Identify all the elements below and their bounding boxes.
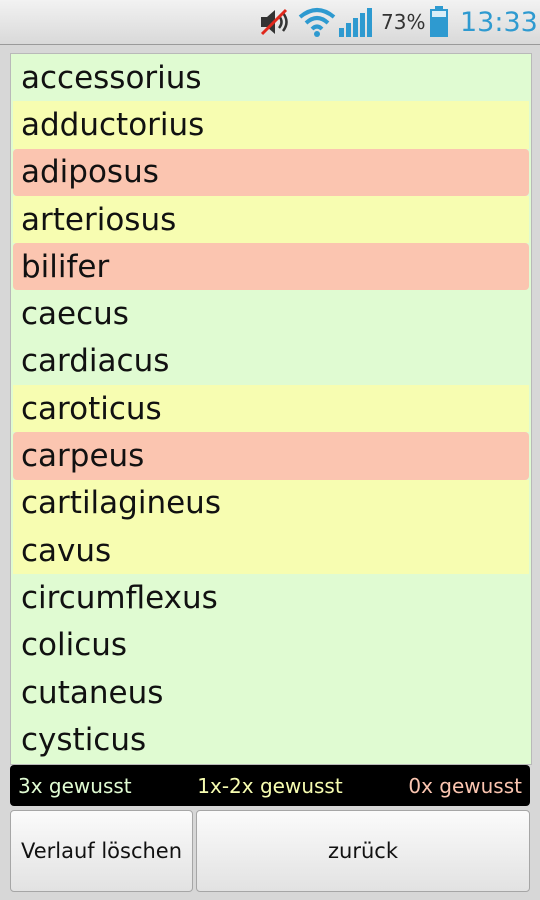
list-item[interactable]: colicus <box>13 621 529 669</box>
list-item[interactable]: caroticus <box>13 385 529 433</box>
list-item[interactable]: accessorius <box>13 54 529 102</box>
list-item[interactable]: arteriosus <box>13 195 529 244</box>
mute-icon <box>258 0 292 44</box>
list-item[interactable]: caecus <box>13 290 529 338</box>
signal-icon <box>338 0 374 44</box>
back-button[interactable]: zurück <box>196 810 530 892</box>
list-item[interactable]: carpeus <box>13 432 529 480</box>
legend-3x: 3x gewusst <box>18 773 132 798</box>
list-item[interactable]: cysticus <box>13 716 529 764</box>
list-item[interactable]: bilifer <box>13 243 529 291</box>
legend-0x: 0x gewusst <box>408 773 522 798</box>
list-item[interactable]: cavus <box>13 526 529 575</box>
clear-history-button[interactable]: Verlauf löschen <box>10 810 193 892</box>
list-item[interactable]: circumflexus <box>13 574 529 622</box>
list-item[interactable]: adductorius <box>13 101 529 149</box>
battery-icon <box>429 0 449 44</box>
app-surface: accessorius adductorius adiposus arteriosus… <box>0 45 540 900</box>
list-item[interactable]: adiposus <box>13 148 529 196</box>
status-time: 13:33 <box>460 6 538 38</box>
wifi-icon <box>298 0 336 44</box>
list-item[interactable]: cardiacus <box>13 337 529 386</box>
legend-1x-2x: 1x-2x gewusst <box>197 773 343 798</box>
status-bar: 73% 13:33 <box>0 0 540 45</box>
word-list[interactable]: accessorius adductorius adiposus arteriosus… <box>10 53 532 765</box>
button-bar: Verlauf löschen zurück <box>0 808 540 900</box>
battery-percent: 73% <box>381 10 426 34</box>
list-item[interactable]: cartilagineus <box>13 479 529 527</box>
list-item[interactable]: cutaneus <box>13 668 529 717</box>
legend-bar: 3x gewusst 1x-2x gewusst 0x gewusst <box>10 765 530 806</box>
